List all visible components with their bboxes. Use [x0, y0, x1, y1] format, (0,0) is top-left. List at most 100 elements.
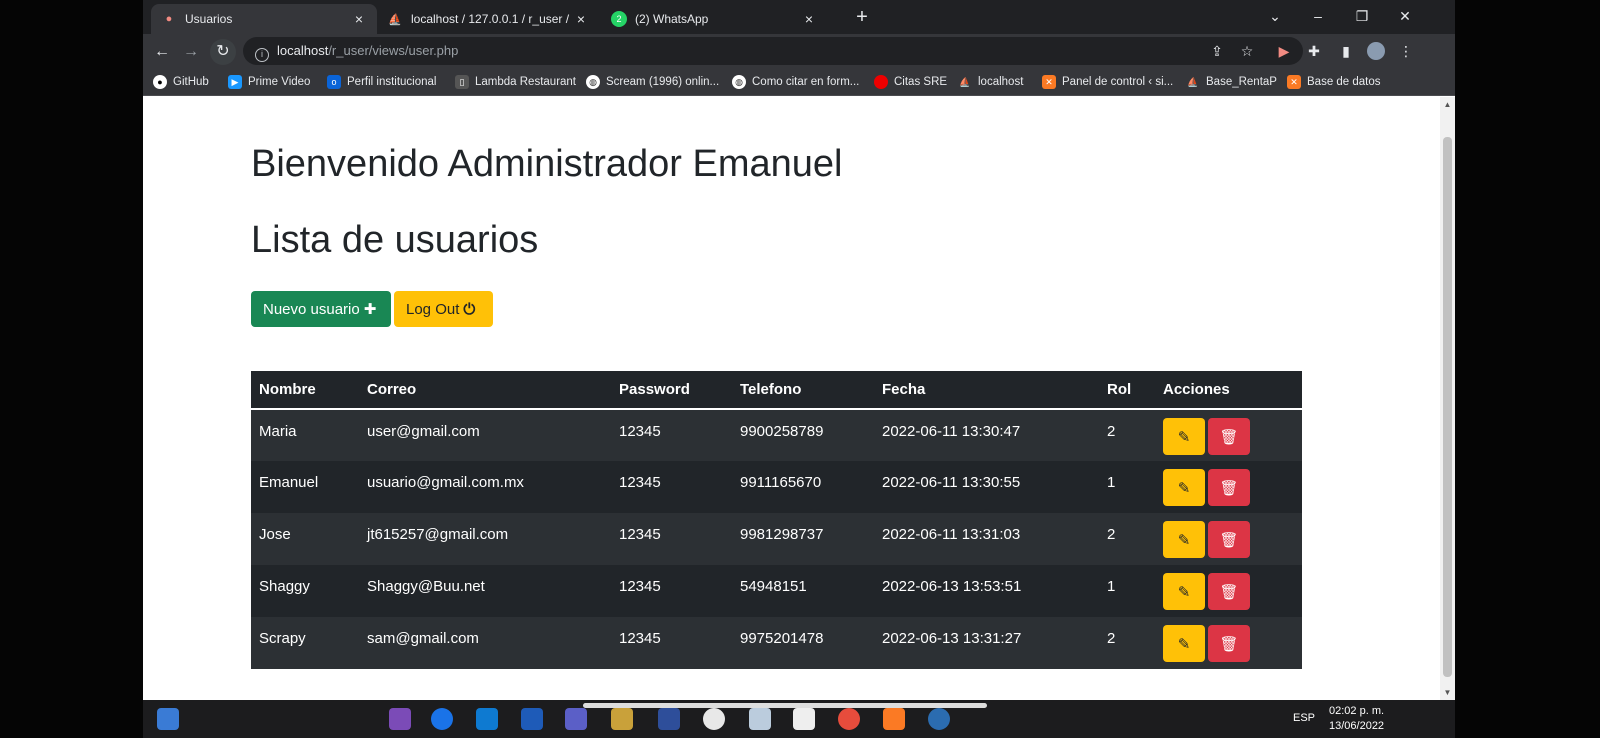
- app-icon[interactable]: [749, 708, 771, 730]
- welcome-heading: Bienvenido Administrador Emanuel: [251, 143, 843, 185]
- tab-title: (2) WhatsApp: [635, 12, 709, 26]
- tab-search-icon[interactable]: ⌄: [1260, 4, 1290, 28]
- trash-icon: 🗑: [1219, 635, 1239, 653]
- browser-toolbar: ← → ↻ i localhost/r_user/views/user.php ⇪…: [143, 34, 1455, 68]
- scroll-down-icon[interactable]: ▼: [1443, 688, 1452, 698]
- logout-button[interactable]: Log Out ⏻: [394, 291, 493, 327]
- bookmark-star-icon[interactable]: ☆: [1238, 42, 1256, 60]
- extension-record-icon[interactable]: ▶: [1275, 42, 1293, 60]
- app-icon[interactable]: [793, 708, 815, 730]
- bookmark-citas-sre[interactable]: Citas SRE: [874, 73, 947, 91]
- page-scrollbar[interactable]: ▲ ▼: [1440, 97, 1455, 700]
- back-button[interactable]: ←: [149, 39, 175, 65]
- bookmark-panel-de-control[interactable]: ✕ Panel de control ‹ si...: [1042, 73, 1173, 91]
- new-tab-button[interactable]: +: [850, 6, 874, 30]
- edit-button[interactable]: ✎: [1163, 573, 1205, 610]
- logout-label: Log Out: [406, 300, 460, 318]
- tab-usuarios[interactable]: ● Usuarios ×: [151, 4, 377, 34]
- close-tab-icon[interactable]: ×: [351, 11, 367, 27]
- edit-button[interactable]: ✎: [1163, 521, 1205, 558]
- delete-button[interactable]: 🗑: [1208, 573, 1250, 610]
- phpmyadmin-icon: ⛵: [388, 13, 402, 26]
- trash-icon: 🗑: [1219, 479, 1239, 497]
- table-row: Emanuel usuario@gmail.com.mx 12345 99111…: [251, 461, 1302, 513]
- column-header: Password: [611, 371, 732, 410]
- minimize-button[interactable]: –: [1303, 4, 1333, 28]
- teams-icon[interactable]: [565, 708, 587, 730]
- column-header: Correo: [359, 371, 611, 410]
- delete-button[interactable]: 🗑: [1208, 521, 1250, 558]
- screen: ● Usuarios × ⛵ localhost / 127.0.0.1 / r…: [0, 0, 1600, 738]
- delete-button[interactable]: 🗑: [1208, 625, 1250, 662]
- extensions-puzzle-icon[interactable]: ✚: [1305, 42, 1323, 60]
- cell-acciones: ✎ 🗑: [1155, 617, 1302, 669]
- cell-password: 12345: [611, 617, 732, 669]
- bookmark-prime-video[interactable]: ▶ Prime Video: [228, 73, 310, 91]
- clock[interactable]: 02:02 p. m. 13/06/2022: [1329, 704, 1384, 734]
- screencast-watermark: RECORDED WITH SCREENCAST-O-MATIC: [158, 668, 383, 702]
- close-tab-icon[interactable]: ×: [573, 11, 589, 27]
- bookmark-github[interactable]: ● GitHub: [153, 73, 209, 91]
- cell-password: 12345: [611, 461, 732, 513]
- cell-fecha: 2022-06-11 13:30:47: [874, 409, 1099, 461]
- address-bar[interactable]: i localhost/r_user/views/user.php: [243, 37, 1303, 65]
- forward-button[interactable]: →: [178, 39, 204, 65]
- bookmark-base-rentap[interactable]: ⛵ Base_RentaP: [1186, 73, 1277, 91]
- scroll-up-icon[interactable]: ▲: [1443, 100, 1452, 110]
- globe-icon: ◍: [586, 75, 600, 89]
- new-user-button[interactable]: Nuevo usuario ✚: [251, 291, 391, 327]
- file-explorer-icon[interactable]: [611, 708, 633, 730]
- close-tab-icon[interactable]: ×: [801, 11, 817, 27]
- url-host: localhost: [277, 43, 329, 58]
- bookmark-base-de-datos[interactable]: ✕ Base de datos: [1287, 73, 1381, 91]
- bookmark-lambda-restaurant[interactable]: ▯ Lambda Restaurant: [455, 73, 576, 91]
- menu-kebab-icon[interactable]: ⋮: [1397, 42, 1415, 60]
- phpmyadmin-icon: ⛵: [1187, 76, 1199, 87]
- document-icon: ▯: [455, 75, 469, 89]
- page-content: Bienvenido Administrador Emanuel Lista d…: [143, 97, 1440, 700]
- edit-icon: ✎: [1177, 635, 1191, 653]
- column-header: Telefono: [732, 371, 874, 410]
- scrollbar-thumb[interactable]: [1443, 137, 1452, 677]
- chrome-icon[interactable]: [703, 708, 725, 730]
- app-icon[interactable]: [431, 708, 453, 730]
- tab-whatsapp[interactable]: 2 (2) WhatsApp ×: [601, 4, 827, 34]
- vscode-icon[interactable]: [476, 708, 498, 730]
- app-icon[interactable]: [838, 708, 860, 730]
- taskbar: ESP 02:02 p. m. 13/06/2022: [143, 700, 1455, 738]
- cell-rol: 1: [1099, 461, 1155, 513]
- profile-avatar[interactable]: [1367, 42, 1385, 60]
- bookmark-perfil-institucional[interactable]: o Perfil institucional: [327, 73, 436, 91]
- bookmarks-bar: ● GitHub ▶ Prime Video o Perfil institucion…: [143, 68, 1455, 96]
- red-circle-icon: [874, 75, 888, 89]
- reload-button[interactable]: ↻: [210, 39, 236, 65]
- edit-button[interactable]: ✎: [1163, 418, 1205, 455]
- close-window-button[interactable]: ✕: [1390, 4, 1420, 28]
- bookmark-scream[interactable]: ◍ Scream (1996) onlin...: [586, 73, 719, 91]
- clock-time: 02:02 p. m.: [1329, 705, 1385, 717]
- visual-studio-icon[interactable]: [389, 708, 411, 730]
- delete-button[interactable]: 🗑: [1208, 469, 1250, 506]
- video-progress-bar: [583, 703, 987, 708]
- cell-password: 12345: [611, 513, 732, 565]
- language-indicator[interactable]: ESP: [1293, 712, 1315, 724]
- bookmark-localhost[interactable]: ⛵ localhost: [958, 73, 1023, 91]
- cell-nombre: Jose: [251, 513, 359, 565]
- bookmark-como-citar[interactable]: ◍ Como citar en form...: [732, 73, 859, 91]
- share-icon[interactable]: ⇪: [1208, 42, 1226, 60]
- site-info-icon[interactable]: i: [255, 48, 269, 62]
- xampp-icon[interactable]: [883, 708, 905, 730]
- app-icon[interactable]: [928, 708, 950, 730]
- edit-button[interactable]: ✎: [1163, 469, 1205, 506]
- cell-fecha: 2022-06-13 13:53:51: [874, 565, 1099, 617]
- edit-button[interactable]: ✎: [1163, 625, 1205, 662]
- column-header: Acciones: [1155, 371, 1302, 410]
- photoshop-icon[interactable]: [658, 708, 680, 730]
- restore-button[interactable]: ❐: [1347, 4, 1377, 28]
- side-panel-icon[interactable]: ▮: [1337, 42, 1355, 60]
- delete-button[interactable]: 🗑: [1208, 418, 1250, 455]
- start-icon[interactable]: [157, 708, 179, 730]
- word-icon[interactable]: [521, 708, 543, 730]
- tab-phpmyadmin[interactable]: ⛵ localhost / 127.0.0.1 / r_user / pe ×: [377, 4, 599, 34]
- plus-icon: ✚: [363, 301, 377, 318]
